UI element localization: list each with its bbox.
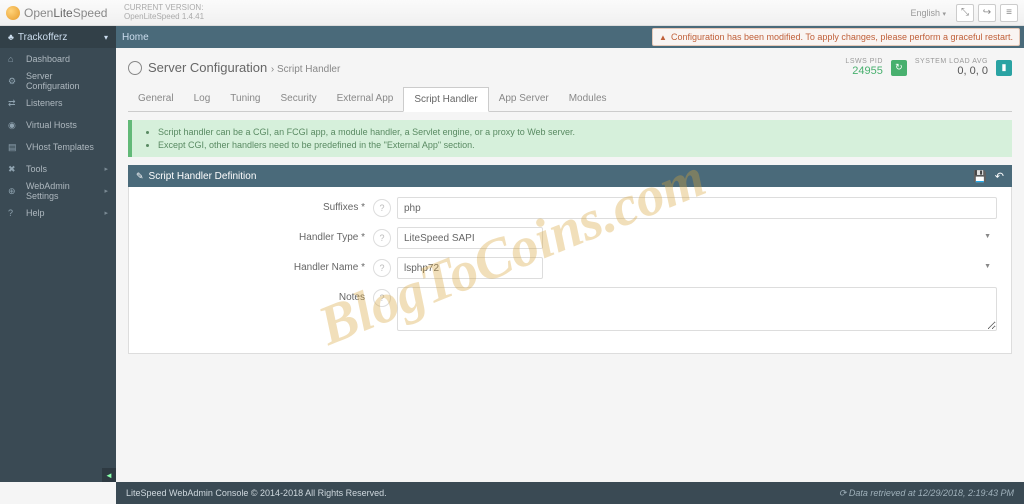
help-icon[interactable]: ? <box>373 229 391 247</box>
system-load: SYSTEM LOAD AVG 0, 0, 0 <box>915 58 988 77</box>
breadcrumb-bar: Home Configuration has been modified. To… <box>0 26 1024 48</box>
nav-label: Virtual Hosts <box>26 120 77 130</box>
sidebar-item-vhost-templates[interactable]: ▤ VHost Templates <box>0 136 116 158</box>
save-icon[interactable]: 💾 <box>973 170 987 183</box>
tab-external-app[interactable]: External App <box>327 87 404 111</box>
handler-type-label: Handler Type * <box>143 227 373 243</box>
panel-title: Script Handler Definition <box>149 171 257 182</box>
nav-icon: ▤ <box>8 142 20 153</box>
language-selector[interactable]: English ▾ <box>904 6 952 20</box>
sidebar-item-dashboard[interactable]: ⌂ Dashboard <box>0 48 116 70</box>
sidebar-item-webadmin-settings[interactable]: ⊕WebAdmin Settings▸ <box>0 180 116 202</box>
logout-icon[interactable]: ↪ <box>978 4 996 22</box>
restart-icon[interactable]: ↻ <box>891 60 907 76</box>
nav-label: Server Configuration <box>26 71 108 91</box>
top-bar: OpenLiteSpeed CURRENT VERSION: OpenLiteS… <box>0 0 1024 26</box>
nav-icon: ⚙ <box>8 76 20 87</box>
notes-label: Notes <box>143 287 373 303</box>
help-icon[interactable]: ? <box>373 199 391 217</box>
nav-icon: ⊕ <box>8 186 20 197</box>
sidebar-item-virtual-hosts[interactable]: ◉ Virtual Hosts <box>0 114 116 136</box>
nav-icon: ? <box>8 208 20 218</box>
config-alert: Configuration has been modified. To appl… <box>652 28 1020 46</box>
page-header: Server Configuration › Script Handler LS… <box>128 58 1012 77</box>
nav-label: VHost Templates <box>26 142 94 152</box>
sidebar-item-tools[interactable]: ✖Tools▸ <box>0 158 116 180</box>
panel-header: ✎ Script Handler Definition 💾 ↶ <box>128 165 1012 187</box>
logo-icon <box>6 6 20 20</box>
version-info: CURRENT VERSION: OpenLiteSpeed 1.4.41 <box>124 4 204 22</box>
suffixes-label: Suffixes * <box>143 197 373 213</box>
logo-text: OpenLiteSpeed <box>24 6 107 20</box>
lsws-pid: LSWS PID 24955 <box>845 58 882 77</box>
fullscreen-icon[interactable]: ⤡ <box>956 4 974 22</box>
edit-icon: ✎ <box>136 171 144 182</box>
tab-tuning[interactable]: Tuning <box>220 87 270 111</box>
menu-icon[interactable]: ≡ <box>1000 4 1018 22</box>
tab-security[interactable]: Security <box>270 87 326 111</box>
sidebar-header[interactable]: ♣ Trackofferz▾ <box>0 26 116 48</box>
tab-log[interactable]: Log <box>184 87 221 111</box>
nav-icon: ⇄ <box>8 98 20 109</box>
tab-app-server[interactable]: App Server <box>489 87 559 111</box>
info-box: Script handler can be a CGI, an FCGI app… <box>128 120 1012 157</box>
notes-textarea[interactable] <box>397 287 997 331</box>
handler-type-select[interactable] <box>397 227 543 249</box>
panel-body: Suffixes * ? Handler Type * ? Handler Na… <box>128 187 1012 354</box>
help-icon[interactable]: ? <box>373 289 391 307</box>
nav-label: Help <box>26 208 45 218</box>
main-content: Server Configuration › Script Handler LS… <box>116 48 1024 482</box>
tab-general[interactable]: General <box>128 87 184 111</box>
suffixes-input[interactable] <box>397 197 997 219</box>
sidebar-item-help[interactable]: ?Help▸ <box>0 202 116 224</box>
tab-modules[interactable]: Modules <box>559 87 617 111</box>
nav-icon: ◉ <box>8 120 20 131</box>
page-title: Server Configuration › Script Handler <box>148 60 340 75</box>
nav-label: Dashboard <box>26 54 70 64</box>
footer: LiteSpeed WebAdmin Console © 2014-2018 A… <box>116 482 1024 504</box>
help-icon[interactable]: ? <box>373 259 391 277</box>
info-item: Script handler can be a CGI, an FCGI app… <box>158 126 1002 139</box>
nav-icon: ⌂ <box>8 54 20 64</box>
tab-bar: GeneralLogTuningSecurityExternal AppScri… <box>128 87 1012 112</box>
logo[interactable]: OpenLiteSpeed <box>6 6 116 20</box>
nav-label: Listeners <box>26 98 63 108</box>
back-icon[interactable]: ↶ <box>995 170 1004 183</box>
footer-timestamp: ⟳ Data retrieved at 12/29/2018, 2:19:43 … <box>839 488 1014 499</box>
footer-copyright: LiteSpeed WebAdmin Console © 2014-2018 A… <box>126 488 387 498</box>
breadcrumb-home[interactable]: Home <box>122 32 149 43</box>
nav-label: Tools <box>26 164 47 174</box>
sidebar-collapse-icon[interactable]: ◄ <box>102 468 116 482</box>
info-item: Except CGI, other handlers need to be pr… <box>158 139 1002 152</box>
handler-name-select[interactable] <box>397 257 543 279</box>
sidebar-item-server-configuration[interactable]: ⚙ Server Configuration <box>0 70 116 92</box>
nav-label: WebAdmin Settings <box>26 181 105 201</box>
sidebar-item-listeners[interactable]: ⇄ Listeners <box>0 92 116 114</box>
globe-icon <box>128 61 142 75</box>
handler-name-label: Handler Name * <box>143 257 373 273</box>
sidebar: ♣ Trackofferz▾ ⌂Dashboard⚙Server Configu… <box>0 48 116 482</box>
tab-script-handler[interactable]: Script Handler <box>403 87 488 112</box>
nav-icon: ✖ <box>8 164 20 175</box>
stats-icon[interactable]: ▮ <box>996 60 1012 76</box>
